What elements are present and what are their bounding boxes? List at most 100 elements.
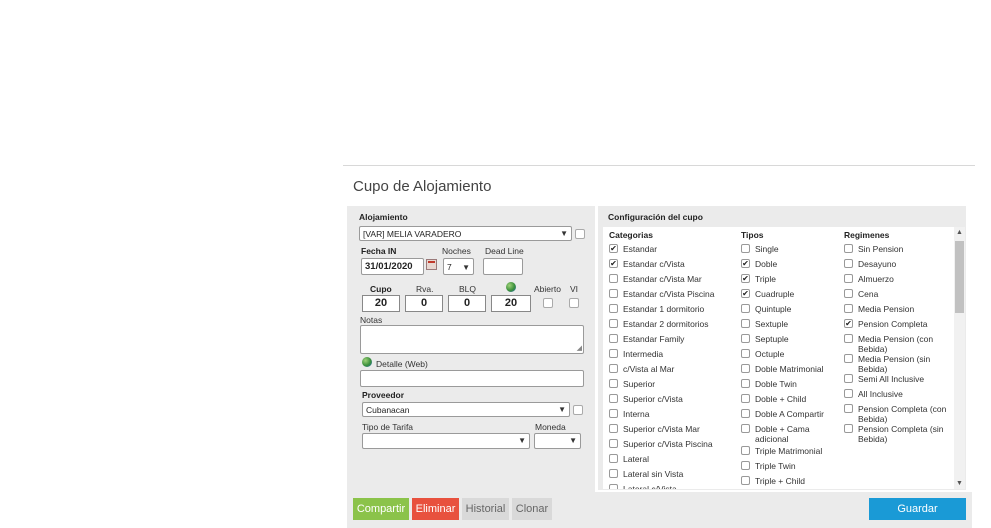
list-item-label: Estandar c/Vista Mar <box>623 274 702 284</box>
list-item-label: Superior c/Vista Mar <box>623 424 700 434</box>
guardar-button[interactable]: Guardar <box>869 498 966 520</box>
list-item-label: Superior <box>623 379 656 389</box>
checkbox[interactable] <box>609 469 618 478</box>
checkbox[interactable] <box>741 409 750 418</box>
scroll-thumb[interactable] <box>955 241 964 313</box>
scroll-up-icon[interactable]: ▲ <box>956 229 963 236</box>
regimenes-header: Regimenes <box>844 230 890 240</box>
globe-icon <box>362 357 372 367</box>
checkbox[interactable] <box>741 424 750 433</box>
checkbox[interactable] <box>844 274 853 283</box>
config-scrollbar[interactable]: ▲ ▼ <box>954 227 965 489</box>
moneda-select[interactable]: ▼ <box>534 433 581 449</box>
checkbox[interactable] <box>844 244 853 253</box>
checkbox[interactable] <box>741 304 750 313</box>
checkbox[interactable] <box>609 439 618 448</box>
checkbox[interactable] <box>609 364 618 373</box>
chevron-down-icon: ▼ <box>560 229 568 238</box>
checkbox[interactable] <box>609 484 618 489</box>
noches-select[interactable]: 7 ▼ <box>443 258 474 275</box>
list-item-label: Sextuple <box>755 319 789 329</box>
fecha-in-input[interactable]: 31/01/2020 <box>361 258 424 275</box>
config-list[interactable]: Categorias ✔ Estandar ✔ Estandar c/Vista Est… <box>603 227 965 489</box>
checkbox-checked[interactable]: ✔ <box>741 274 750 283</box>
checkbox[interactable] <box>609 454 618 463</box>
checkbox-checked[interactable]: ✔ <box>609 244 618 253</box>
checkbox[interactable] <box>844 404 853 413</box>
alojamiento-value: [VAR] MELIA VARADERO <box>363 229 462 239</box>
checkbox[interactable] <box>844 424 853 433</box>
list-item-label: Superior c/Vista <box>623 394 683 404</box>
config-title: Configuración del cupo <box>608 212 703 222</box>
checkbox[interactable] <box>741 349 750 358</box>
rva-input[interactable]: 0 <box>405 295 443 312</box>
checkbox[interactable] <box>844 334 853 343</box>
web-cupo-input[interactable]: 20 <box>491 295 531 312</box>
checkbox[interactable] <box>741 334 750 343</box>
proveedor-select[interactable]: Cubanacan ▼ <box>362 402 570 417</box>
notas-textarea[interactable]: ◢ <box>360 325 584 354</box>
checkbox[interactable] <box>609 289 618 298</box>
abierto-checkbox[interactable] <box>543 298 553 308</box>
checkbox[interactable] <box>741 379 750 388</box>
globe-icon <box>506 282 516 292</box>
checkbox[interactable] <box>609 274 618 283</box>
notas-label: Notas <box>360 315 383 325</box>
checkbox[interactable] <box>609 394 618 403</box>
checkbox[interactable] <box>609 349 618 358</box>
list-item-label: Interna <box>623 409 650 419</box>
checkbox[interactable] <box>741 446 750 455</box>
alojamiento-label: Alojamiento <box>359 212 408 222</box>
checkbox[interactable] <box>844 374 853 383</box>
vi-label: VI <box>570 284 579 294</box>
cupo-input[interactable]: 20 <box>362 295 400 312</box>
checkbox-checked[interactable]: ✔ <box>741 289 750 298</box>
checkbox[interactable] <box>741 244 750 253</box>
calendar-icon[interactable] <box>426 259 437 270</box>
checkbox[interactable] <box>844 304 853 313</box>
eliminar-button[interactable]: Eliminar <box>412 498 459 520</box>
checkbox[interactable] <box>609 409 618 418</box>
checkbox[interactable] <box>609 424 618 433</box>
proveedor-checkbox[interactable] <box>573 405 583 415</box>
checkbox[interactable] <box>844 389 853 398</box>
list-item-label: Lateral c/Vista <box>623 484 677 489</box>
checkbox[interactable] <box>741 394 750 403</box>
checkbox-checked[interactable]: ✔ <box>844 319 853 328</box>
historial-button[interactable]: Historial <box>462 498 509 520</box>
checkbox[interactable] <box>609 319 618 328</box>
list-item-label: c/Vista al Mar <box>623 364 675 374</box>
tipo-tarifa-select[interactable]: ▼ <box>362 433 530 449</box>
checkbox[interactable] <box>741 364 750 373</box>
list-item-label: Sin Pension <box>858 244 904 254</box>
checkbox[interactable] <box>844 259 853 268</box>
list-item-label: Triple <box>755 274 776 284</box>
list-item-label: Media Pension (sin Bebida) <box>858 354 931 374</box>
resize-handle-icon[interactable]: ◢ <box>577 345 582 352</box>
compartir-button[interactable]: Compartir <box>353 498 409 520</box>
alojamiento-select[interactable]: [VAR] MELIA VARADERO ▼ <box>359 226 572 241</box>
checkbox[interactable] <box>741 461 750 470</box>
list-item-label: Estandar 1 dormitorio <box>623 304 705 314</box>
list-item-label: Media Pension (con Bebida) <box>858 334 934 354</box>
clonar-button[interactable]: Clonar <box>512 498 552 520</box>
fecha-in-label: Fecha IN <box>361 246 397 256</box>
checkbox[interactable] <box>844 354 853 363</box>
alojamiento-checkbox[interactable] <box>575 229 585 239</box>
checkbox[interactable] <box>609 379 618 388</box>
checkbox-checked[interactable]: ✔ <box>741 259 750 268</box>
detalle-web-input[interactable] <box>360 370 584 387</box>
checkbox[interactable] <box>609 334 618 343</box>
list-item-label: Cuadruple <box>755 289 795 299</box>
checkbox[interactable] <box>741 319 750 328</box>
checkbox[interactable] <box>609 304 618 313</box>
vi-checkbox[interactable] <box>569 298 579 308</box>
checkbox[interactable] <box>741 476 750 485</box>
dead-line-input[interactable] <box>483 258 523 275</box>
checkbox-checked[interactable]: ✔ <box>609 259 618 268</box>
scroll-down-icon[interactable]: ▼ <box>956 480 963 487</box>
panel-top-divider <box>343 165 975 166</box>
checkbox[interactable] <box>844 289 853 298</box>
blq-input[interactable]: 0 <box>448 295 486 312</box>
cupo-label: Cupo <box>370 284 392 294</box>
